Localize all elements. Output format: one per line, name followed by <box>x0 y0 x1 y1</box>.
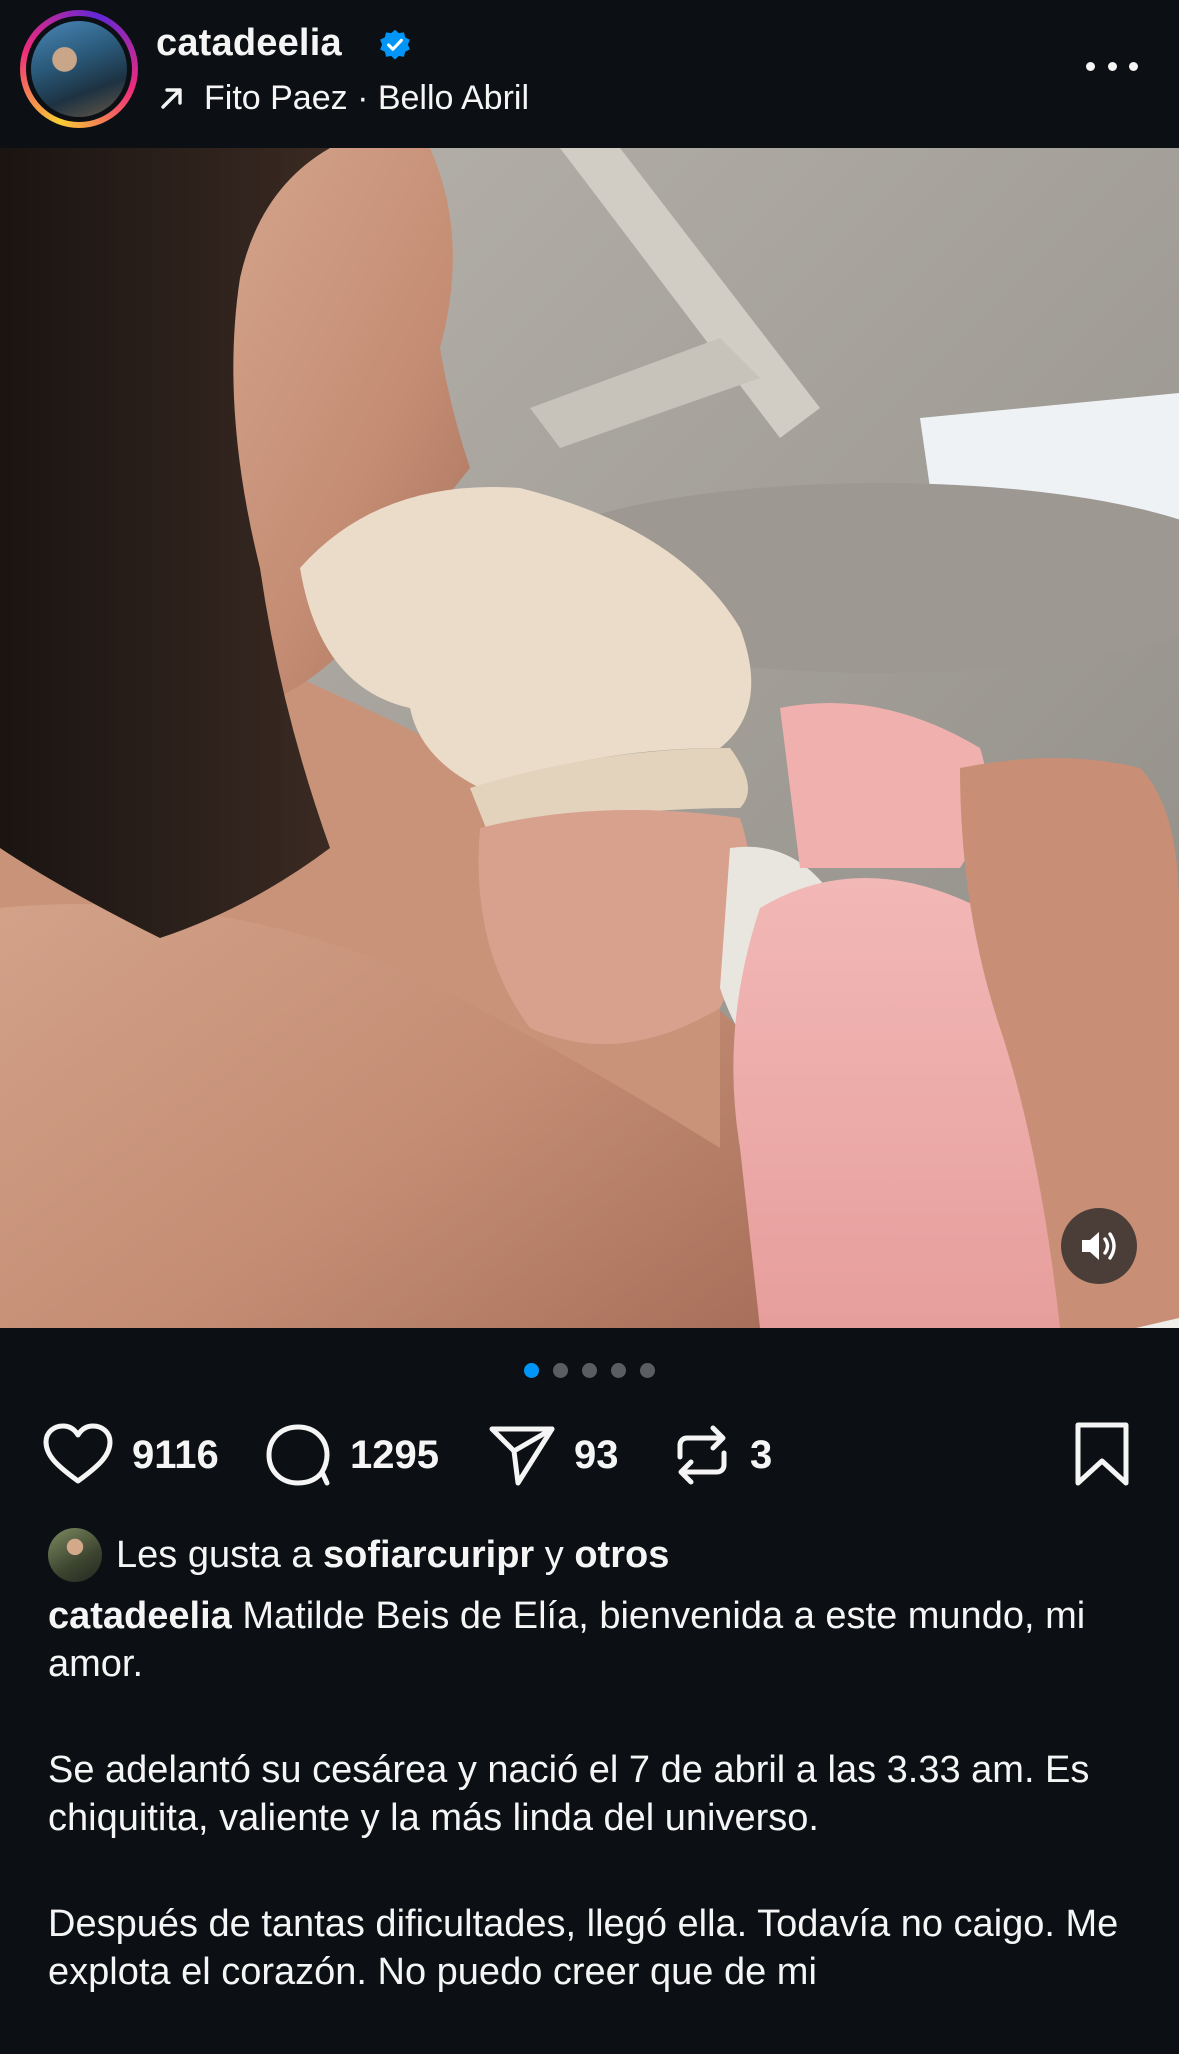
liked-by-connector: y <box>544 1533 564 1576</box>
username[interactable]: catadeelia <box>156 22 342 65</box>
more-horizontal-icon <box>1086 61 1095 71</box>
post-caption: catadeelia Matilde Beis de Elía, bienven… <box>48 1592 1138 2054</box>
liked-by-avatar <box>48 1528 102 1582</box>
heart-icon <box>43 1423 113 1484</box>
story-avatar[interactable] <box>20 10 138 128</box>
carousel-dot <box>553 1363 568 1378</box>
carousel-dot <box>582 1363 597 1378</box>
comment-action[interactable]: 1295 <box>264 1420 439 1490</box>
repost-action[interactable]: 3 <box>672 1420 772 1490</box>
comment-count: 1295 <box>350 1432 439 1477</box>
verified-badge-icon <box>380 29 410 60</box>
bookmark-icon <box>1075 1422 1129 1486</box>
like-action[interactable]: 9116 <box>42 1420 219 1490</box>
liked-by-user[interactable]: sofiarcuripr <box>323 1534 534 1577</box>
audio-label: Fito Paez · Bello Abril <box>204 78 530 117</box>
paper-plane-icon <box>489 1426 555 1486</box>
post-photo <box>0 148 1179 1328</box>
carousel-dot <box>611 1363 626 1378</box>
liked-by-prefix: Les gusta a <box>116 1533 313 1576</box>
carousel-dot <box>640 1363 655 1378</box>
repost-count: 3 <box>750 1432 773 1477</box>
share-count: 93 <box>574 1432 619 1477</box>
caption-username[interactable]: catadeelia <box>48 1595 232 1637</box>
audio-attribution[interactable]: Fito Paez · Bello Abril <box>158 76 529 120</box>
caption-paragraph: Después de tantas dificultades, llegó el… <box>48 1903 1119 1993</box>
carousel-dot-active <box>524 1363 539 1378</box>
arrow-up-right-icon <box>161 88 182 109</box>
sound-toggle-button[interactable] <box>1061 1208 1137 1284</box>
repost-icon <box>677 1425 727 1485</box>
post-header: catadeelia Fito Paez · Bello Abril <box>0 0 1179 148</box>
post-media[interactable] <box>0 148 1179 1328</box>
caption-paragraph: Se adelantó su cesárea y nació el 7 de a… <box>48 1749 1090 1839</box>
speaker-icon <box>1082 1232 1116 1260</box>
like-count: 9116 <box>132 1432 219 1477</box>
comment-bubble-icon <box>266 1424 330 1486</box>
more-options-button[interactable] <box>1086 54 1138 78</box>
save-button[interactable] <box>1072 1420 1132 1490</box>
liked-by-row[interactable]: Les gusta a sofiarcuripr y otros <box>48 1528 669 1582</box>
share-action[interactable]: 93 <box>488 1420 619 1490</box>
avatar <box>31 21 127 117</box>
caption-paragraph: catadeelia Matilde Beis de Elía, bienven… <box>48 1592 1138 1688</box>
carousel-indicator <box>0 1363 1179 1378</box>
liked-by-others[interactable]: otros <box>574 1534 669 1577</box>
